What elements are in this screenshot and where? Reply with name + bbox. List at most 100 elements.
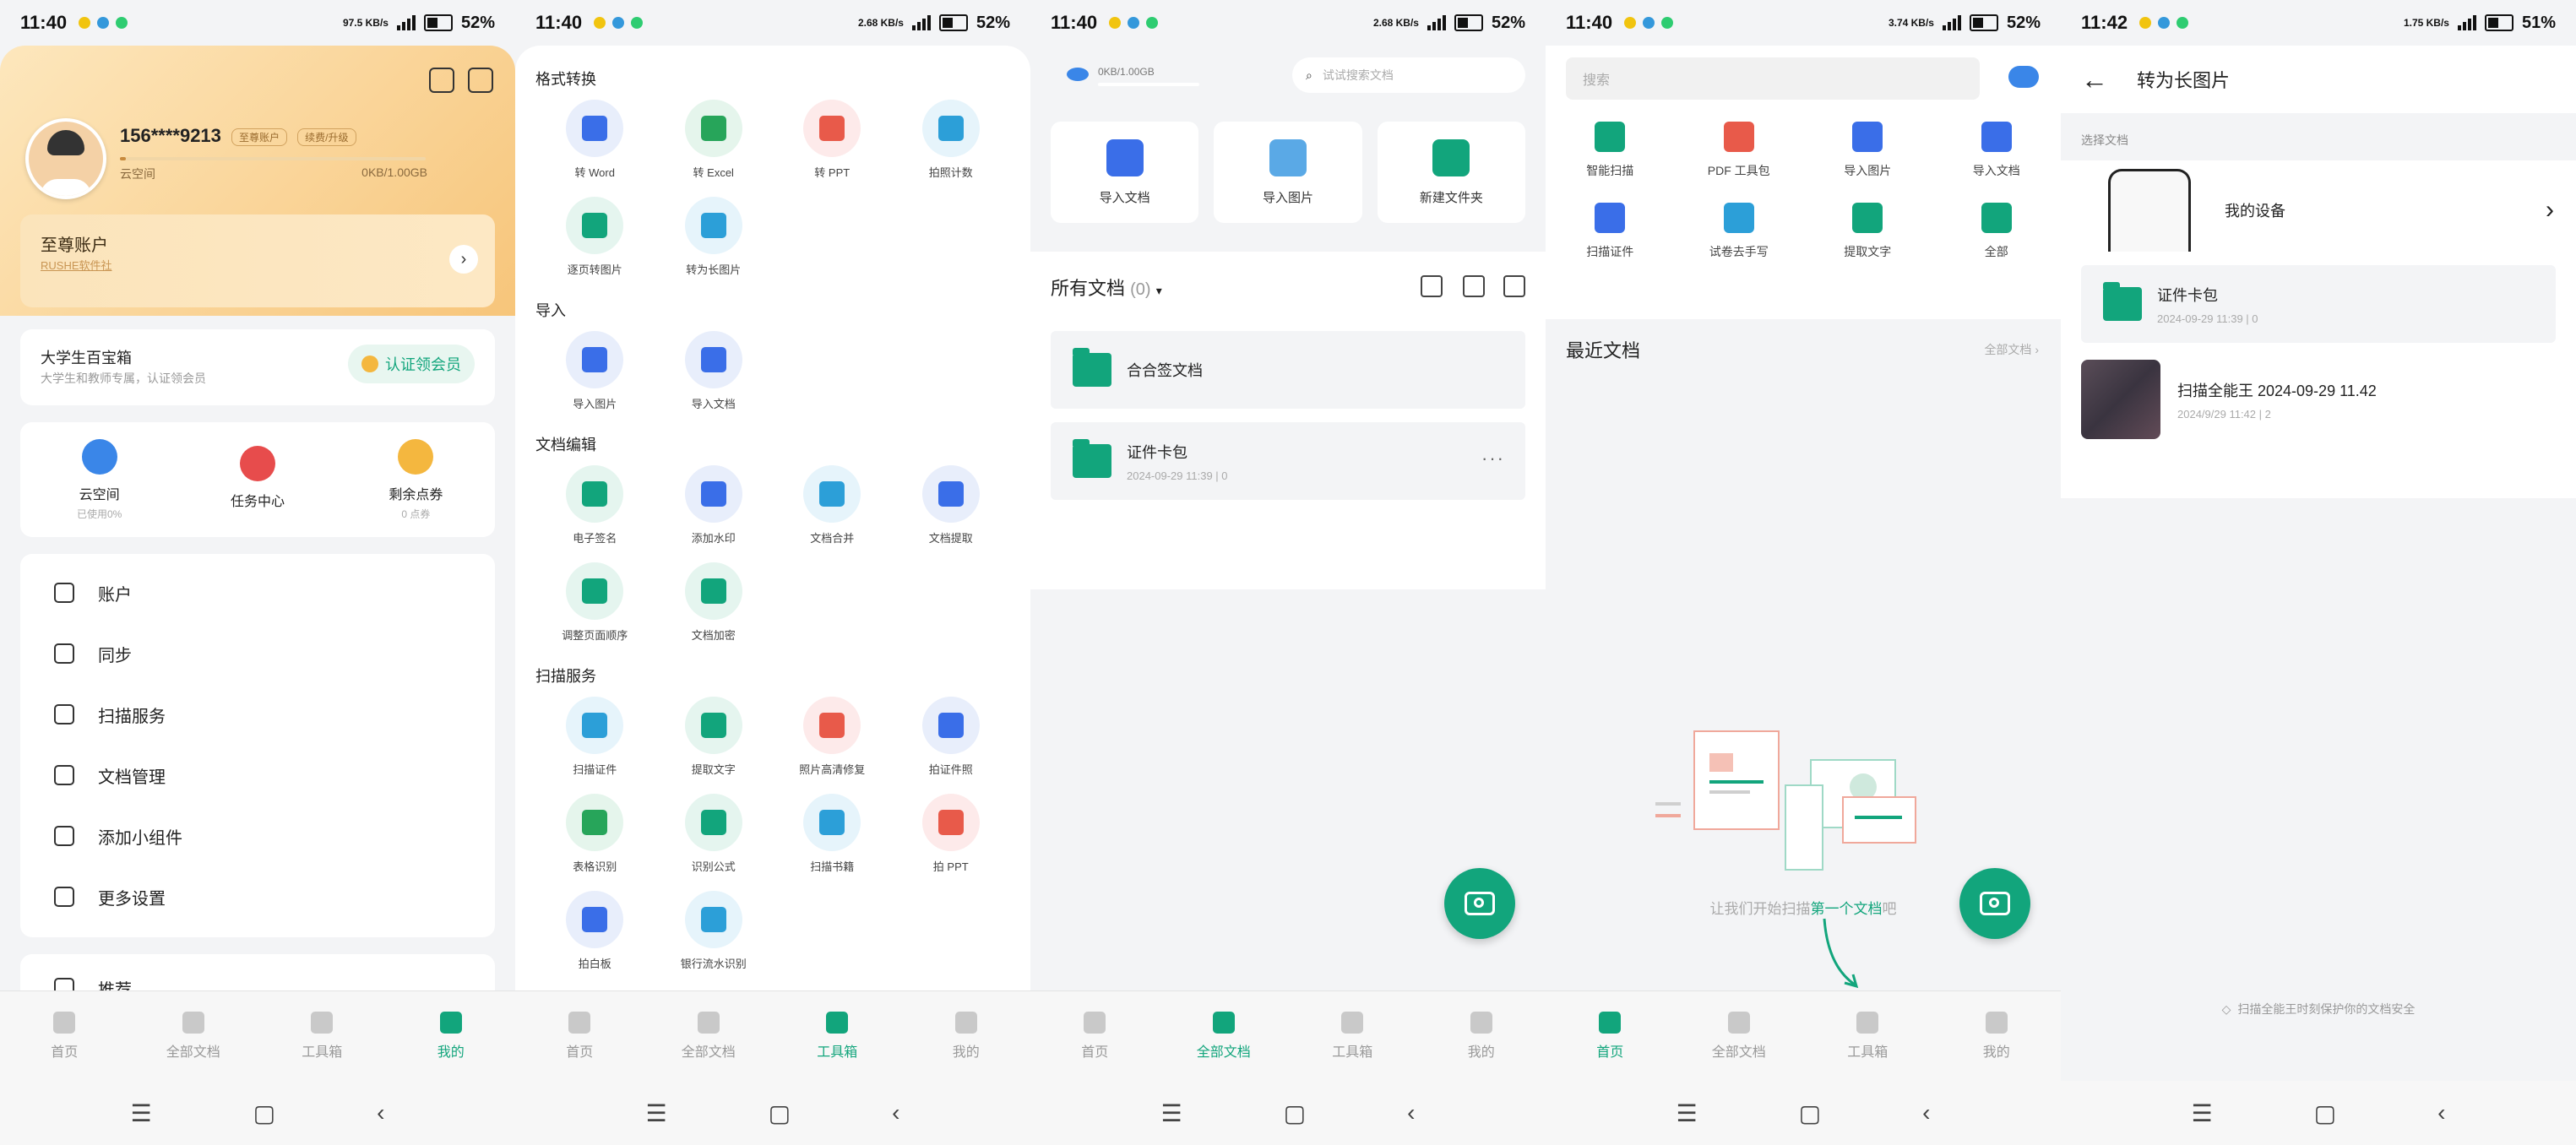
menu-item[interactable]: 文档管理 [20, 745, 495, 806]
tool-item[interactable]: 提取文字 [655, 697, 774, 777]
tool-item[interactable]: 拍 PPT [892, 794, 1011, 874]
menu-icon[interactable] [429, 68, 454, 93]
message-icon[interactable] [468, 68, 493, 93]
tool-item[interactable]: 照片高清修复 [773, 697, 892, 777]
tab-docs[interactable]: 全部文档 [644, 991, 774, 1081]
nav-back-icon[interactable]: ‹ [2437, 1099, 2445, 1126]
tab-home[interactable]: 首页 [515, 991, 644, 1081]
certify-button[interactable]: 认证领会员 [348, 345, 475, 383]
scan-doc-row[interactable]: 扫描全能王 2024-09-29 11.42 2024/9/29 11:42 | … [2081, 360, 2556, 439]
folder-row[interactable]: 证件卡包 2024-09-29 11:39 | 0 ··· [1051, 422, 1525, 500]
nav-home-icon[interactable]: ▢ [253, 1099, 275, 1127]
tool-item[interactable]: 文档合并 [773, 465, 892, 545]
tool-item[interactable]: 扫描书籍 [773, 794, 892, 874]
shortcut-item[interactable]: 剩余点券 0 点券 [337, 422, 495, 537]
menu-item[interactable]: 扫描服务 [20, 684, 495, 745]
menu-item[interactable]: 同步 [20, 623, 495, 684]
camera-button[interactable] [1959, 868, 2030, 939]
nav-menu-icon[interactable]: ☰ [646, 1099, 667, 1127]
tool-item[interactable]: 导入文档 [655, 331, 774, 411]
tab-home[interactable]: 首页 [1030, 991, 1160, 1081]
folder-row[interactable]: 证件卡包 2024-09-29 11:39 | 0 [2081, 265, 2556, 343]
home-tool[interactable]: 导入图片 [1803, 122, 1932, 179]
grid-view-icon[interactable] [1463, 275, 1485, 297]
tab-tools[interactable]: 工具箱 [1803, 991, 1932, 1081]
select-icon[interactable] [1503, 275, 1525, 297]
nav-home-icon[interactable]: ▢ [1799, 1099, 1821, 1127]
nav-back-icon[interactable]: ‹ [892, 1099, 899, 1126]
quick-action[interactable]: 导入图片 [1214, 122, 1362, 223]
tool-item[interactable]: 转 Excel [655, 100, 774, 180]
vip-card-sub[interactable]: RUSHE软件社 [41, 257, 112, 273]
tab-tools[interactable]: 工具箱 [1288, 991, 1417, 1081]
recent-all-link[interactable]: 全部文档 › [1984, 341, 2039, 358]
tool-item[interactable]: 转为长图片 [655, 197, 774, 277]
my-device-row[interactable]: 我的设备 › [2061, 160, 2576, 260]
more-icon[interactable]: ··· [1481, 448, 1505, 469]
home-tool[interactable]: PDF 工具包 [1675, 122, 1804, 179]
tool-item[interactable]: 添加水印 [655, 465, 774, 545]
vip-renew-link[interactable]: 续费/升级 [297, 128, 356, 146]
tool-item[interactable]: 文档提取 [892, 465, 1011, 545]
tab-mine[interactable]: 我的 [1417, 991, 1546, 1081]
home-tool[interactable]: 扫描证件 [1546, 203, 1675, 260]
nav-home-icon[interactable]: ▢ [1284, 1099, 1306, 1127]
tool-item[interactable]: 扫描证件 [535, 697, 655, 777]
nav-menu-icon[interactable]: ☰ [2192, 1099, 2213, 1127]
nav-menu-icon[interactable]: ☰ [1677, 1099, 1698, 1127]
menu-item[interactable]: 添加小组件 [20, 806, 495, 866]
tab-tools[interactable]: 工具箱 [258, 991, 387, 1081]
tool-item[interactable]: 识别公式 [655, 794, 774, 874]
nav-home-icon[interactable]: ▢ [769, 1099, 791, 1127]
tab-tools[interactable]: 工具箱 [773, 991, 902, 1081]
chevron-right-icon[interactable]: › [449, 245, 478, 274]
home-tool[interactable]: 全部 [1932, 203, 2062, 260]
tool-item[interactable]: 转 PPT [773, 100, 892, 180]
tab-docs[interactable]: 全部文档 [1675, 991, 1804, 1081]
home-tool[interactable]: 智能扫描 [1546, 122, 1675, 179]
menu-item[interactable]: 更多设置 [20, 866, 495, 927]
all-docs-dropdown[interactable]: 所有文档 (0) ▾ [1051, 274, 1162, 301]
tool-item[interactable]: 导入图片 [535, 331, 655, 411]
tool-item[interactable]: 拍证件照 [892, 697, 1011, 777]
docs-search-input[interactable]: ⌕ 试试搜索文档 [1292, 57, 1525, 93]
tab-home[interactable]: 首页 [1546, 991, 1675, 1081]
tool-item[interactable]: 文档加密 [655, 562, 774, 643]
tab-docs[interactable]: 全部文档 [129, 991, 258, 1081]
back-arrow-icon[interactable]: ← [2081, 64, 2108, 95]
tool-item[interactable]: 转 Word [535, 100, 655, 180]
folder-row[interactable]: 合合签文档 [1051, 331, 1525, 409]
nav-back-icon[interactable]: ‹ [377, 1099, 384, 1126]
tool-item[interactable]: 拍白板 [535, 891, 655, 971]
student-card[interactable]: 大学生百宝箱 大学生和教师专属，认证领会员 认证领会员 [20, 329, 495, 405]
home-search-input[interactable]: 搜索 [1566, 57, 1980, 100]
tool-item[interactable]: 调整页面顺序 [535, 562, 655, 643]
avatar[interactable] [25, 118, 106, 199]
tab-mine[interactable]: 我的 [902, 991, 1031, 1081]
tab-mine[interactable]: 我的 [387, 991, 516, 1081]
nav-back-icon[interactable]: ‹ [1407, 1099, 1415, 1126]
nav-home-icon[interactable]: ▢ [2314, 1099, 2336, 1127]
sort-icon[interactable] [1421, 275, 1443, 297]
vip-card[interactable]: 至尊账户 RUSHE软件社 › [20, 214, 495, 307]
menu-item[interactable]: 账户 [20, 562, 495, 623]
nav-menu-icon[interactable]: ☰ [131, 1099, 152, 1127]
quick-action[interactable]: 新建文件夹 [1377, 122, 1525, 223]
tab-home[interactable]: 首页 [0, 991, 129, 1081]
tool-item[interactable]: 表格识别 [535, 794, 655, 874]
nav-menu-icon[interactable]: ☰ [1161, 1099, 1182, 1127]
tool-item[interactable]: 拍照计数 [892, 100, 1011, 180]
tab-mine[interactable]: 我的 [1932, 991, 2062, 1081]
shortcut-item[interactable]: 任务中心 [178, 422, 336, 537]
cloud-icon[interactable] [2008, 66, 2039, 88]
tool-item[interactable]: 银行流水识别 [655, 891, 774, 971]
camera-button[interactable] [1444, 868, 1515, 939]
tool-item[interactable]: 逐页转图片 [535, 197, 655, 277]
nav-back-icon[interactable]: ‹ [1922, 1099, 1930, 1126]
home-tool[interactable]: 导入文档 [1932, 122, 2062, 179]
shortcut-item[interactable]: 云空间 已使用0% [20, 422, 178, 537]
quick-action[interactable]: 导入文档 [1051, 122, 1199, 223]
home-tool[interactable]: 试卷去手写 [1675, 203, 1804, 260]
tab-docs[interactable]: 全部文档 [1160, 991, 1289, 1081]
tool-item[interactable]: 电子签名 [535, 465, 655, 545]
